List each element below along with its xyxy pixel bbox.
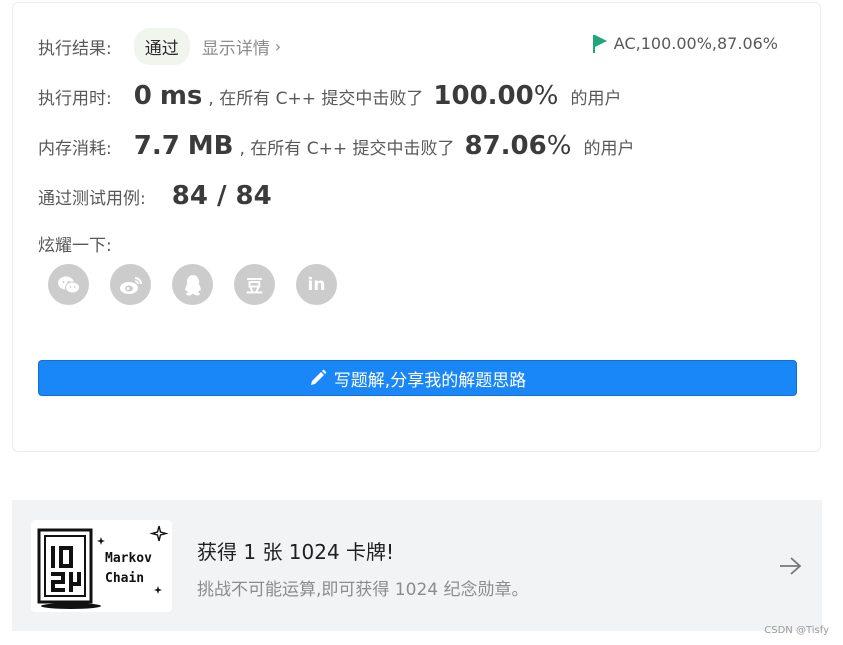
arrow-right-icon [780,557,802,575]
write-solution-label: 写题解,分享我的解题思路 [333,370,527,391]
share-buttons: 豆 in [48,264,358,305]
runtime-beat-text: , 在所有 C++ 提交中击败了 [208,88,424,109]
share-linkedin-button[interactable]: in [296,264,337,305]
share-qq-button[interactable] [172,264,213,305]
testcases-value: 84 / 84 [171,181,272,211]
card-caption-line1: Markov [105,551,152,566]
share-weibo-button[interactable] [110,264,151,305]
card-caption-line2: Chain [105,571,145,586]
share-douban-button[interactable]: 豆 [234,264,275,305]
banner-subtitle: 挑战不可能运算,即可获得 1024 纪念勋章。 [197,580,529,600]
ac-summary-text: AC,100.00%,87.06% [613,34,778,53]
memory-percent: 87.06 [464,131,547,161]
runtime-unit: ms [159,81,203,111]
share-wechat-button[interactable] [48,264,89,305]
memory-value: 7.7 [133,131,180,161]
memory-percent-sign: % [546,131,572,161]
memory-unit: MB [187,131,234,161]
result-row: 执行结果: 通过 显示详情 › [38,28,281,65]
banner-arrow-button[interactable] [778,556,802,580]
runtime-row: 执行用时: 0 ms , 在所有 C++ 提交中击败了 100.00 % 的用户 [38,81,621,111]
wechat-icon [57,276,80,293]
memory-beat-text: , 在所有 C++ 提交中击败了 [239,138,455,159]
runtime-percent-sign: % [533,81,559,111]
runtime-label: 执行用时: [38,88,112,109]
show-details-link[interactable]: 显示详情 › [202,34,281,59]
write-solution-button[interactable]: 写题解,分享我的解题思路 [38,360,797,396]
share-label: 炫耀一下: [38,236,112,256]
markov-chain-card-image: Markov Chain [31,520,172,612]
qq-icon [184,274,201,295]
result-label: 执行结果: [38,39,112,59]
testcases-label: 通过测试用例: [38,188,146,209]
chevron-right-icon: › [274,37,282,56]
memory-label: 内存消耗: [38,138,112,159]
weibo-icon [119,276,142,294]
card-caption: Markov Chain [105,549,152,589]
ac-summary: AC,100.00%,87.06% [592,34,778,53]
douban-icon: 豆 [246,277,263,297]
card-reward-banner[interactable]: Markov Chain 获得 1 张 1024 卡牌! 挑战不可能运算,即可获… [12,500,822,631]
testcases-row: 通过测试用例: 84 / 84 [38,181,272,211]
memory-row: 内存消耗: 7.7 MB , 在所有 C++ 提交中击败了 87.06 % 的用… [38,131,634,161]
watermark: CSDN @Tisfy [764,625,829,636]
runtime-value: 0 [133,81,152,111]
status-badge: 通过 [133,28,190,65]
submission-result-card: 执行结果: 通过 显示详情 › AC,100.00%,87.06% 执行用时: … [12,2,821,452]
share-row: 炫耀一下: [38,231,134,256]
runtime-percent: 100.00 [433,81,534,111]
memory-users-text: 的用户 [583,138,635,159]
runtime-users-text: 的用户 [570,88,622,109]
linkedin-icon: in [307,274,326,295]
flag-icon [592,34,607,53]
banner-title: 获得 1 张 1024 卡牌! [197,540,395,564]
pencil-icon [310,369,327,385]
show-details-label: 显示详情 [201,39,270,59]
